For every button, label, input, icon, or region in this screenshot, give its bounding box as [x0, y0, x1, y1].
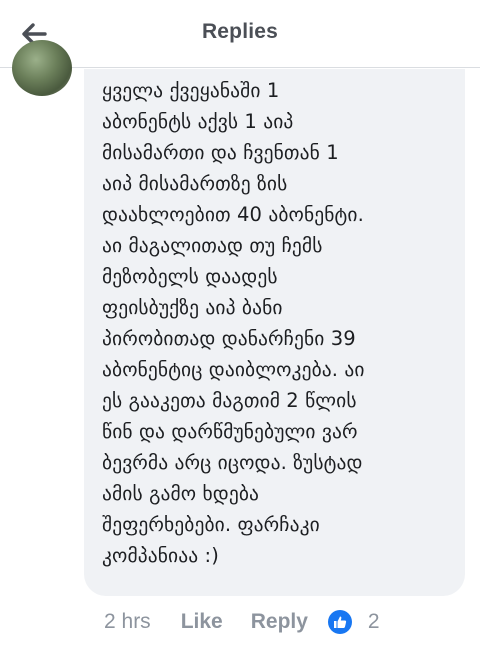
comment-bubble: ყველა ქვეყანაში 1 აბონენტს აქვს 1 აიპ მი…	[84, 69, 465, 596]
thumbs-up-icon[interactable]	[327, 610, 352, 634]
comment-actions: 2 hrs Like Reply 2	[104, 606, 474, 638]
top-bar: Replies	[0, 0, 480, 68]
reply-button[interactable]: Reply	[251, 610, 308, 634]
page-title: Replies	[201, 20, 279, 43]
reaction-count[interactable]: 2	[368, 610, 380, 634]
comment-text: ყველა ქვეყანაში 1 აბონენტს აქვს 1 აიპ მი…	[102, 79, 365, 567]
avatar[interactable]	[12, 40, 72, 96]
like-button[interactable]: Like	[181, 610, 223, 634]
timestamp[interactable]: 2 hrs	[104, 610, 151, 634]
